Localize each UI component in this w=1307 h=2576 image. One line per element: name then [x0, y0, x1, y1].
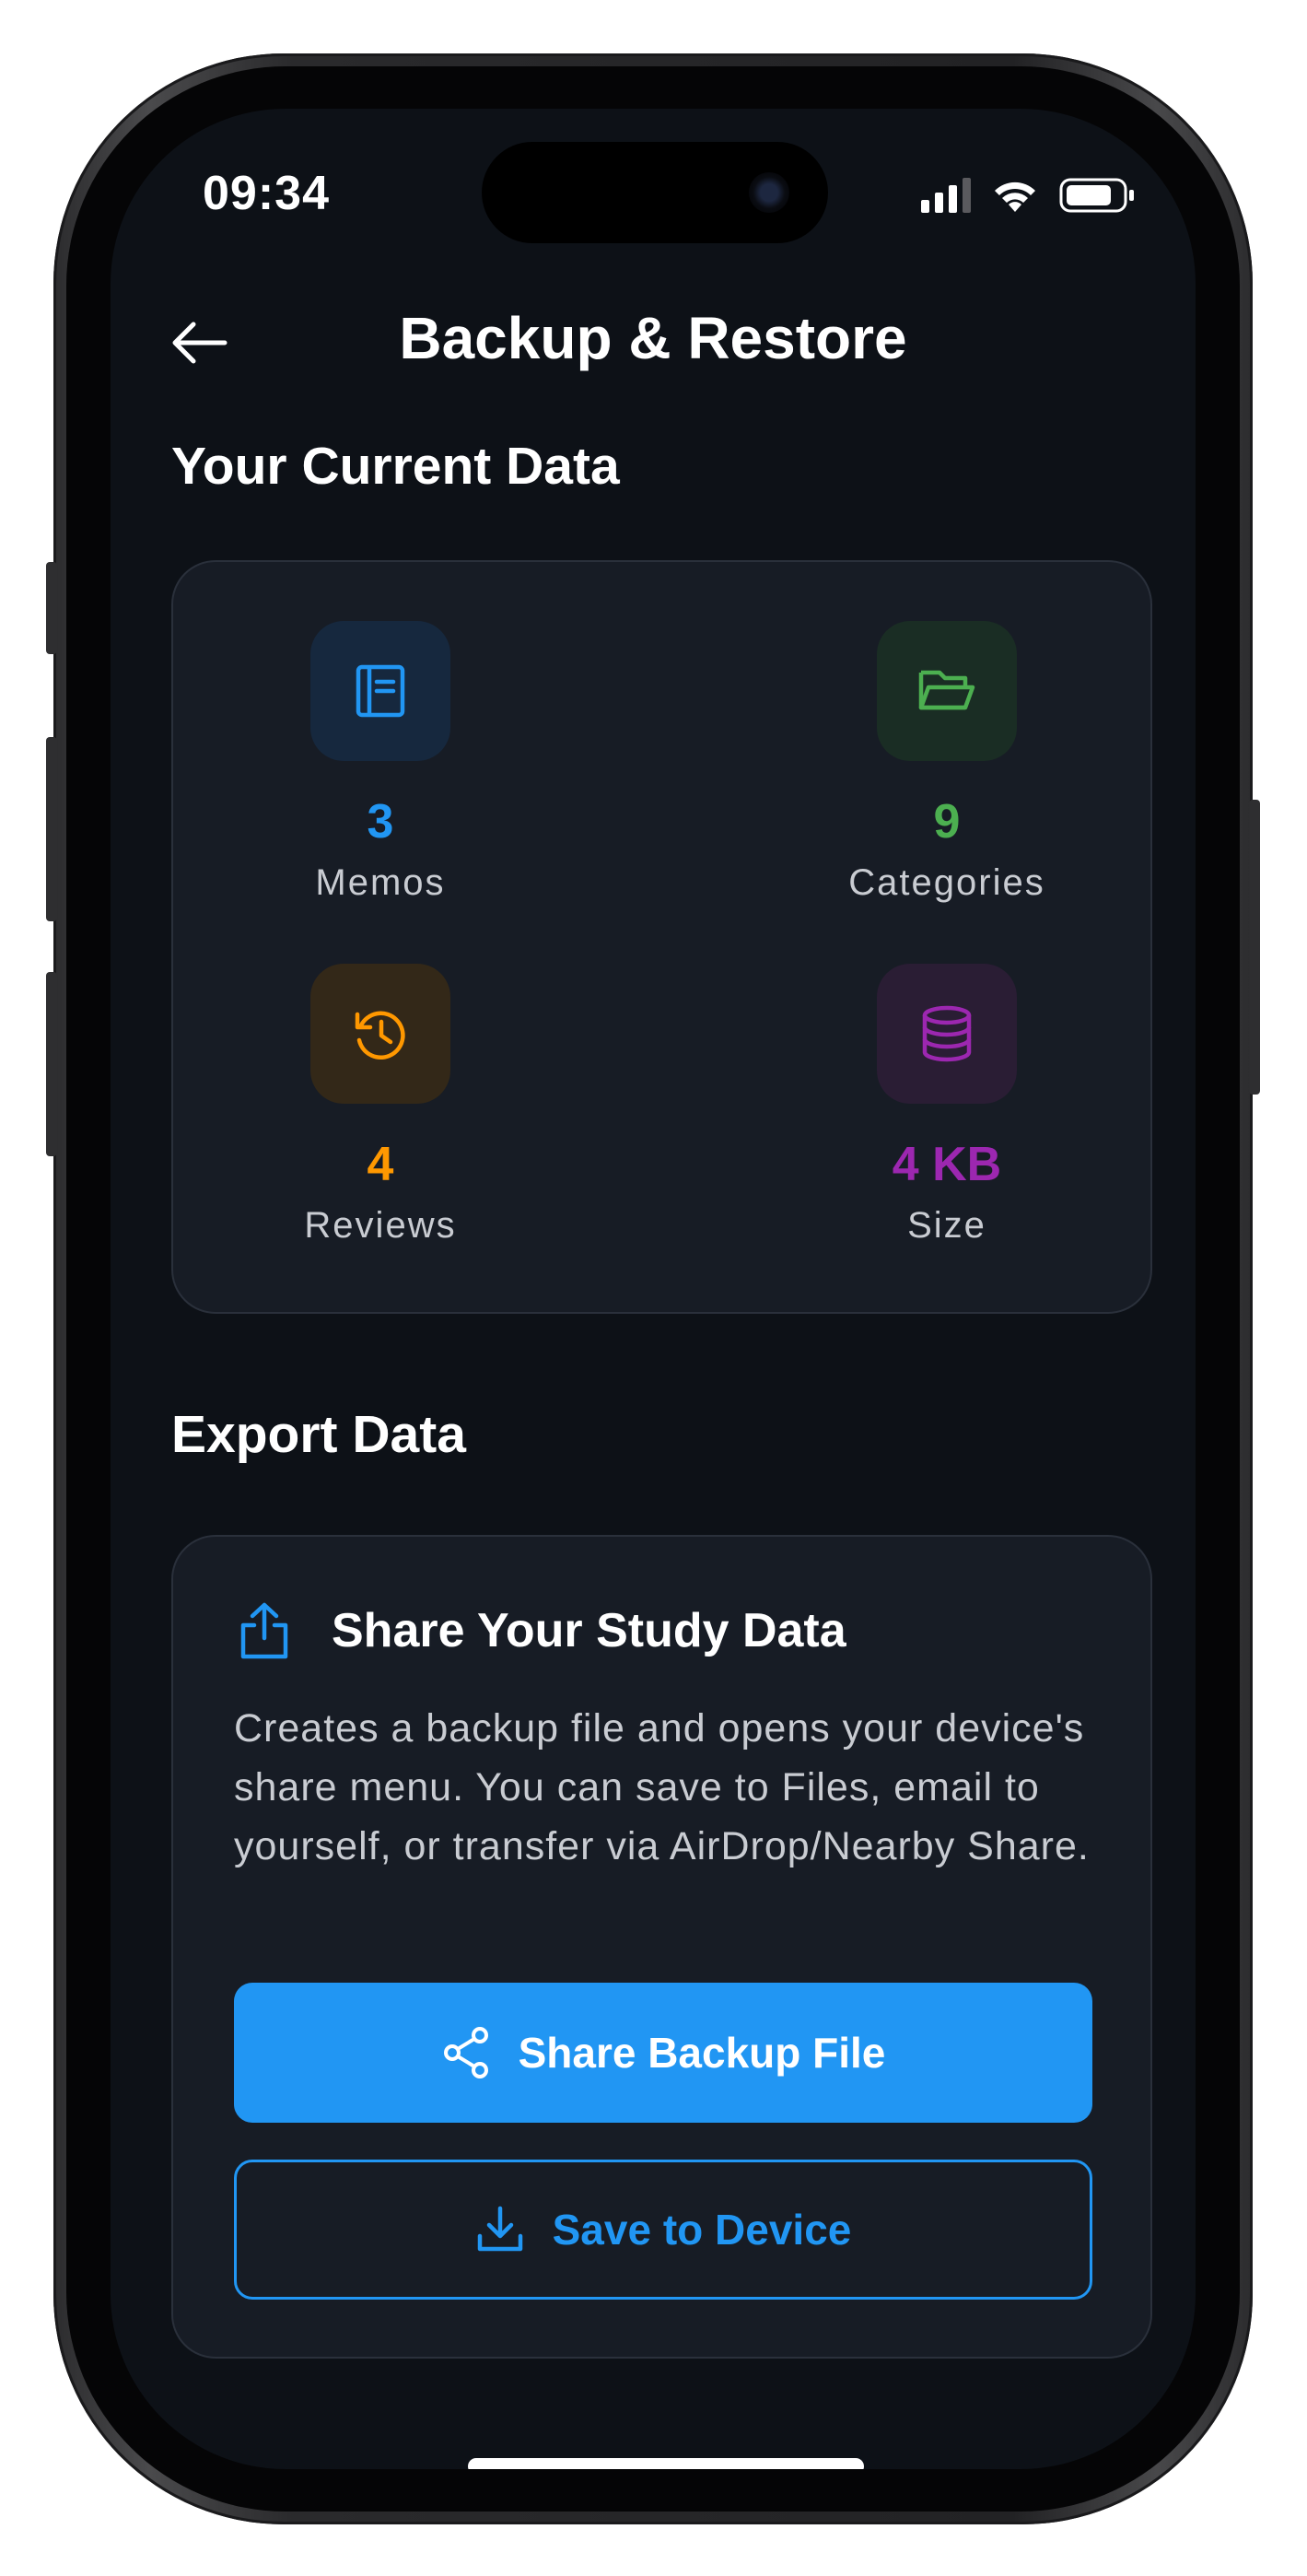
stats-card: 3 Memos 9 Categories 4 Reviews 4 KB Size	[171, 560, 1152, 1314]
stat-memos: 3 Memos	[242, 621, 519, 904]
folder-icon	[877, 621, 1017, 761]
stat-size: 4 KB Size	[809, 964, 1085, 1247]
page-title: Backup & Restore	[399, 305, 907, 371]
share-nodes-icon	[443, 2027, 488, 2078]
save-to-device-button[interactable]: Save to Device	[234, 2160, 1092, 2300]
stat-reviews: 4 Reviews	[242, 964, 519, 1247]
stat-memos-label: Memos	[315, 862, 446, 903]
current-data-heading: Your Current Data	[171, 437, 620, 496]
share-backup-button[interactable]: Share Backup File	[234, 1983, 1092, 2123]
share-backup-label: Share Backup File	[518, 2029, 886, 2077]
share-upload-icon	[240, 1602, 288, 1659]
battery-icon	[1059, 178, 1134, 213]
wifi-icon	[995, 181, 1035, 212]
export-card: Share Your Study Data Creates a backup f…	[171, 1535, 1152, 2359]
front-camera	[749, 172, 789, 213]
export-description: Creates a backup file and opens your dev…	[234, 1706, 1090, 1868]
export-card-header: Share Your Study Data	[238, 1601, 846, 1660]
stat-categories-label: Categories	[848, 862, 1045, 903]
notebook-icon	[310, 621, 450, 761]
volume-up-button	[46, 737, 57, 921]
stat-categories-value: 9	[933, 795, 961, 849]
home-indicator[interactable]	[468, 2458, 864, 2469]
status-icons	[921, 177, 1137, 214]
cellular-signal-icon	[921, 178, 971, 213]
history-icon	[310, 964, 450, 1104]
save-to-device-label: Save to Device	[552, 2206, 852, 2254]
stat-reviews-label: Reviews	[304, 1205, 457, 1246]
stat-size-label: Size	[907, 1205, 986, 1246]
action-button	[46, 562, 57, 654]
stat-categories: 9 Categories	[809, 621, 1085, 904]
database-icon	[877, 964, 1017, 1104]
export-data-heading: Export Data	[171, 1405, 466, 1464]
download-icon	[477, 2206, 522, 2252]
stat-memos-value: 3	[367, 795, 394, 849]
power-button	[1249, 800, 1260, 1095]
dynamic-island	[482, 142, 828, 243]
export-card-title: Share Your Study Data	[332, 1604, 846, 1657]
status-time: 09:34	[203, 167, 330, 220]
app-screen: 09:34 Backup & Restore Your Current Data	[111, 109, 1196, 2469]
stat-size-value: 4 KB	[892, 1138, 1002, 1191]
volume-down-button	[46, 972, 57, 1156]
stat-reviews-value: 4	[367, 1138, 394, 1191]
